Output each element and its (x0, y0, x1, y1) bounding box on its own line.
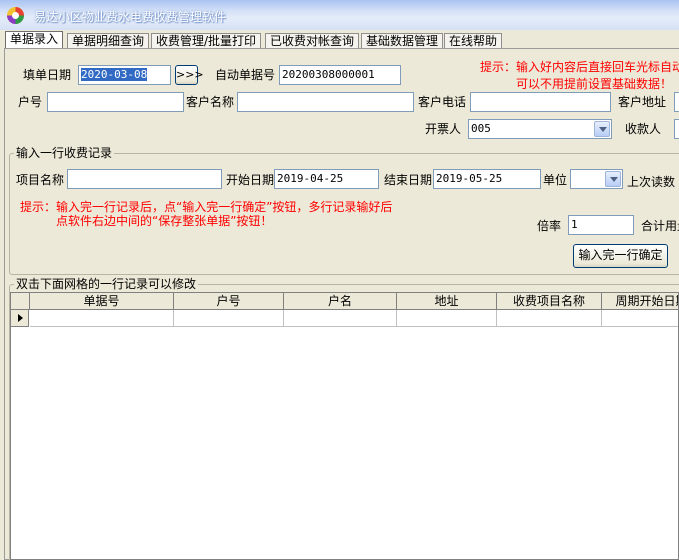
customer-address-field[interactable] (674, 92, 679, 112)
customer-phone-field[interactable] (470, 92, 611, 112)
records-grid[interactable]: 单据号 户号 户名 地址 收费项目名称 周期开始日期 (10, 292, 679, 560)
cell-address[interactable] (397, 310, 497, 327)
household-field[interactable] (47, 92, 184, 112)
col-header-charge-item[interactable]: 收费项目名称 (497, 293, 602, 310)
end-date-field[interactable]: 2019-05-25 (433, 169, 541, 189)
tab-bar: 单据录入 单据明细查询 收费管理/批量打印 已收费对帐查询 基础数据管理 在线帮… (0, 30, 679, 50)
drawer-value: 005 (471, 122, 491, 135)
grid-group-title: 双击下面网格的一行记录可以修改 (14, 277, 199, 291)
auto-number-label: 自动单据号 (215, 68, 276, 82)
header-hint-line1: 提示：输入好内容后直接回车光标自动 (480, 60, 679, 74)
cell-bill-no[interactable] (30, 310, 174, 327)
tab-bill-detail-query[interactable]: 单据明细查询 (67, 33, 150, 49)
table-row[interactable] (11, 310, 678, 327)
customer-name-label: 客户名称 (186, 95, 235, 109)
bill-date-value: 2020-03-08 (81, 68, 148, 81)
unit-combo[interactable] (570, 169, 623, 189)
chevron-down-icon[interactable] (594, 121, 610, 137)
start-date-field[interactable]: 2019-04-25 (274, 169, 379, 189)
bill-date-field[interactable]: 2020-03-08 (78, 65, 171, 85)
confirm-row-button[interactable]: 输入完一行确定 (573, 244, 668, 268)
cell-period-start[interactable] (602, 310, 678, 327)
cell-charge-item[interactable] (497, 310, 602, 327)
col-header-period-start[interactable]: 周期开始日期 (602, 293, 678, 310)
auto-number-field[interactable]: 20200308000001 (279, 65, 401, 85)
col-header-address[interactable]: 地址 (397, 293, 497, 310)
end-date-label: 结束日期 (384, 173, 433, 187)
cell-household[interactable] (174, 310, 284, 327)
last-reading-label: 上次读数 (627, 175, 676, 189)
row-indicator-icon (11, 310, 29, 327)
start-date-label: 开始日期 (226, 173, 275, 187)
customer-name-field[interactable] (237, 92, 414, 112)
col-header-household[interactable]: 户号 (174, 293, 284, 310)
cell-household-name[interactable] (284, 310, 397, 327)
chevron-down-icon[interactable] (605, 171, 621, 187)
date-label: 填单日期 (23, 68, 72, 82)
record-group-title: 输入一行收费记录 (14, 146, 115, 160)
drawer-label: 开票人 (425, 122, 462, 136)
tab-basic-data[interactable]: 基础数据管理 (361, 33, 444, 49)
total-usage-label: 合计用量 (641, 219, 679, 233)
tab-charge-management[interactable]: 收费管理/批量打印 (151, 33, 262, 49)
col-header-household-name[interactable]: 户名 (284, 293, 397, 310)
payee-combo[interactable] (674, 119, 679, 139)
app-logo-icon (7, 7, 24, 24)
rate-field[interactable]: 1 (568, 215, 634, 235)
title-bar: 易达小区物业费水电费收费管理软件 (0, 0, 679, 30)
record-hint-line2: 点软件右边中间的“保存整张单据”按钮！ (56, 214, 273, 228)
household-label: 户号 (18, 95, 43, 109)
item-name-label: 项目名称 (16, 173, 65, 187)
drawer-combo[interactable]: 005 (468, 119, 612, 139)
next-date-button[interactable]: >>> (175, 65, 204, 85)
grid-corner (11, 293, 30, 310)
tab-paid-reconciliation[interactable]: 已收费对帐查询 (265, 33, 360, 49)
customer-address-label: 客户地址 (618, 95, 667, 109)
payee-label: 收款人 (625, 122, 662, 136)
grid-header-row: 单据号 户号 户名 地址 收费项目名称 周期开始日期 (11, 293, 678, 310)
tab-online-help[interactable]: 在线帮助 (444, 33, 503, 49)
col-header-bill-no[interactable]: 单据号 (30, 293, 174, 310)
item-name-field[interactable] (67, 169, 222, 189)
header-hint-line2: 可以不用提前设置基础数据！ (516, 77, 673, 91)
customer-phone-label: 客户电话 (418, 95, 467, 109)
unit-label: 单位 (543, 173, 568, 187)
rate-label: 倍率 (537, 219, 562, 233)
window-title: 易达小区物业费水电费收费管理软件 (34, 10, 227, 24)
